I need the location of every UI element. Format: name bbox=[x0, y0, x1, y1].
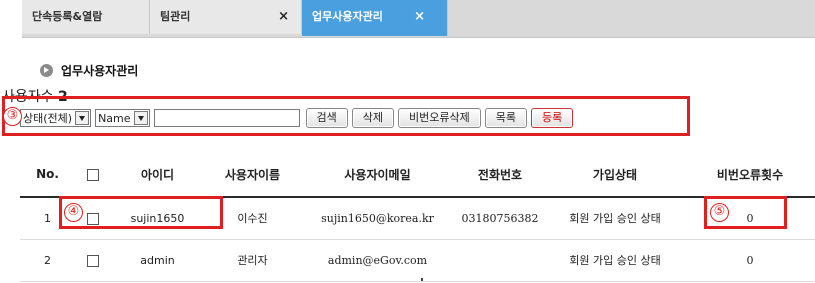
table-row: 2 admin 관리자 admin@eGov.com 회원 가입 승인 상태 0 bbox=[20, 239, 815, 282]
column-header-phone: 전화번호 bbox=[455, 152, 545, 198]
table-header-row: No. 아이디 사용자이름 사용자이메일 전화번호 가입상태 비번오류횟수 bbox=[20, 152, 815, 198]
annotation-box-3 bbox=[2, 96, 690, 136]
column-header-status: 가입상태 bbox=[545, 152, 685, 198]
select-all-checkbox[interactable] bbox=[86, 168, 99, 181]
cell-phone: 03180756382 bbox=[455, 196, 545, 240]
tab-bar: 단속등록&열람 팀관리 × 업무사용자관리 × bbox=[22, 0, 815, 38]
column-header-no: No. bbox=[20, 152, 75, 198]
page-heading: 업무사용자관리 bbox=[40, 62, 138, 78]
close-icon[interactable]: × bbox=[278, 0, 289, 34]
tab-enforcement-register[interactable]: 단속등록&열람 bbox=[22, 0, 150, 34]
annotation-box-4 bbox=[59, 196, 223, 229]
cell-id[interactable]: admin bbox=[110, 239, 205, 282]
column-header-id: 아이디 bbox=[110, 152, 205, 198]
cell-no: 2 bbox=[20, 239, 75, 282]
cell-select bbox=[75, 239, 110, 282]
annotation-marker-4: ④ bbox=[64, 203, 83, 222]
tab-label: 단속등록&열람 bbox=[32, 10, 103, 23]
column-header-name: 사용자이름 bbox=[205, 152, 300, 198]
annotation-marker-3: ③ bbox=[3, 107, 22, 126]
cell-email: admin@eGov.com bbox=[300, 239, 455, 282]
cell-status: 회원 가입 승인 상태 bbox=[545, 239, 685, 282]
cell-email: sujin1650@korea.kr bbox=[300, 196, 455, 240]
page-title: 업무사용자관리 bbox=[61, 63, 139, 78]
tab-team-management[interactable]: 팀관리 × bbox=[150, 0, 302, 34]
close-icon[interactable]: × bbox=[414, 0, 425, 34]
column-header-select bbox=[75, 152, 110, 198]
tab-label: 팀관리 bbox=[160, 10, 191, 23]
cell-pw-errors: 0 bbox=[685, 239, 815, 282]
annotation-marker-5: ⑤ bbox=[710, 203, 729, 222]
column-header-pw-errors: 비번오류횟수 bbox=[685, 152, 815, 198]
row-checkbox[interactable] bbox=[86, 254, 99, 267]
mouse-cursor-mark bbox=[421, 278, 423, 281]
tab-label: 업무사용자관리 bbox=[312, 10, 383, 23]
cell-name: 관리자 bbox=[205, 239, 300, 282]
tab-business-user-management[interactable]: 업무사용자관리 × bbox=[302, 0, 448, 36]
cell-status: 회원 가입 승인 상태 bbox=[545, 196, 685, 240]
arrow-bullet-icon bbox=[40, 63, 53, 77]
cell-phone bbox=[455, 239, 545, 282]
column-header-email: 사용자이메일 bbox=[300, 152, 455, 198]
